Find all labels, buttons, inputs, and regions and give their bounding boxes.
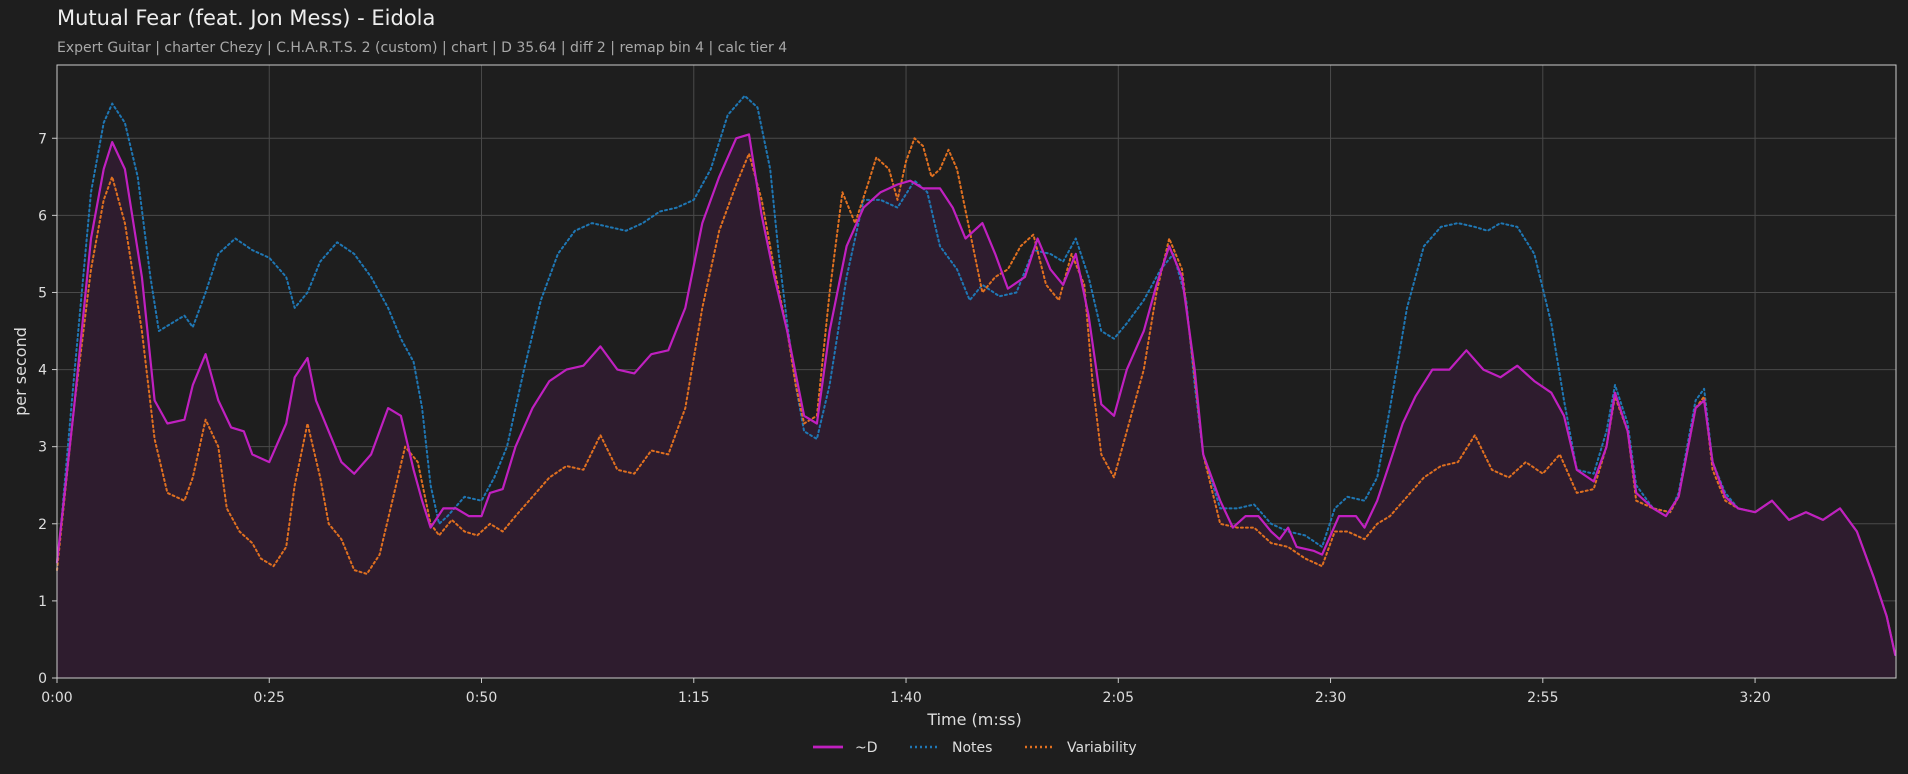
x-tick-label: 1:40	[890, 690, 921, 706]
legend-label: Variability	[1067, 740, 1137, 756]
legend: ~D Notes Variability	[813, 740, 1137, 756]
y-tick-label: 5	[38, 285, 47, 301]
y-tick-label: 2	[38, 517, 47, 533]
x-tick-label: 2:55	[1527, 690, 1558, 706]
x-tick-label: 2:05	[1103, 690, 1134, 706]
x-tick-label: 0:00	[41, 690, 72, 706]
y-tick-label: 7	[38, 131, 47, 147]
x-tick-label: 0:50	[466, 690, 497, 706]
y-axis-label: per second	[11, 327, 30, 416]
x-tick-label: 2:30	[1315, 690, 1346, 706]
y-tick-label: 0	[38, 671, 47, 687]
line-chart: 0:00 0:25 0:50 1:15 1:40 2:05 2:30 2:55 3:20 0 1 2 3…	[11, 64, 1897, 756]
x-tick-label: 1:15	[678, 690, 709, 706]
legend-label: Notes	[952, 740, 992, 756]
x-tick-label: 0:25	[254, 690, 285, 706]
x-axis-label: Time (m:ss)	[926, 710, 1021, 729]
legend-label: ~D	[855, 740, 878, 756]
y-tick-label: 6	[38, 208, 47, 224]
y-tick-label: 4	[38, 363, 47, 379]
y-tick-label: 1	[38, 594, 47, 610]
x-tick-label: 3:20	[1739, 690, 1770, 706]
y-tick-label: 3	[38, 440, 47, 456]
